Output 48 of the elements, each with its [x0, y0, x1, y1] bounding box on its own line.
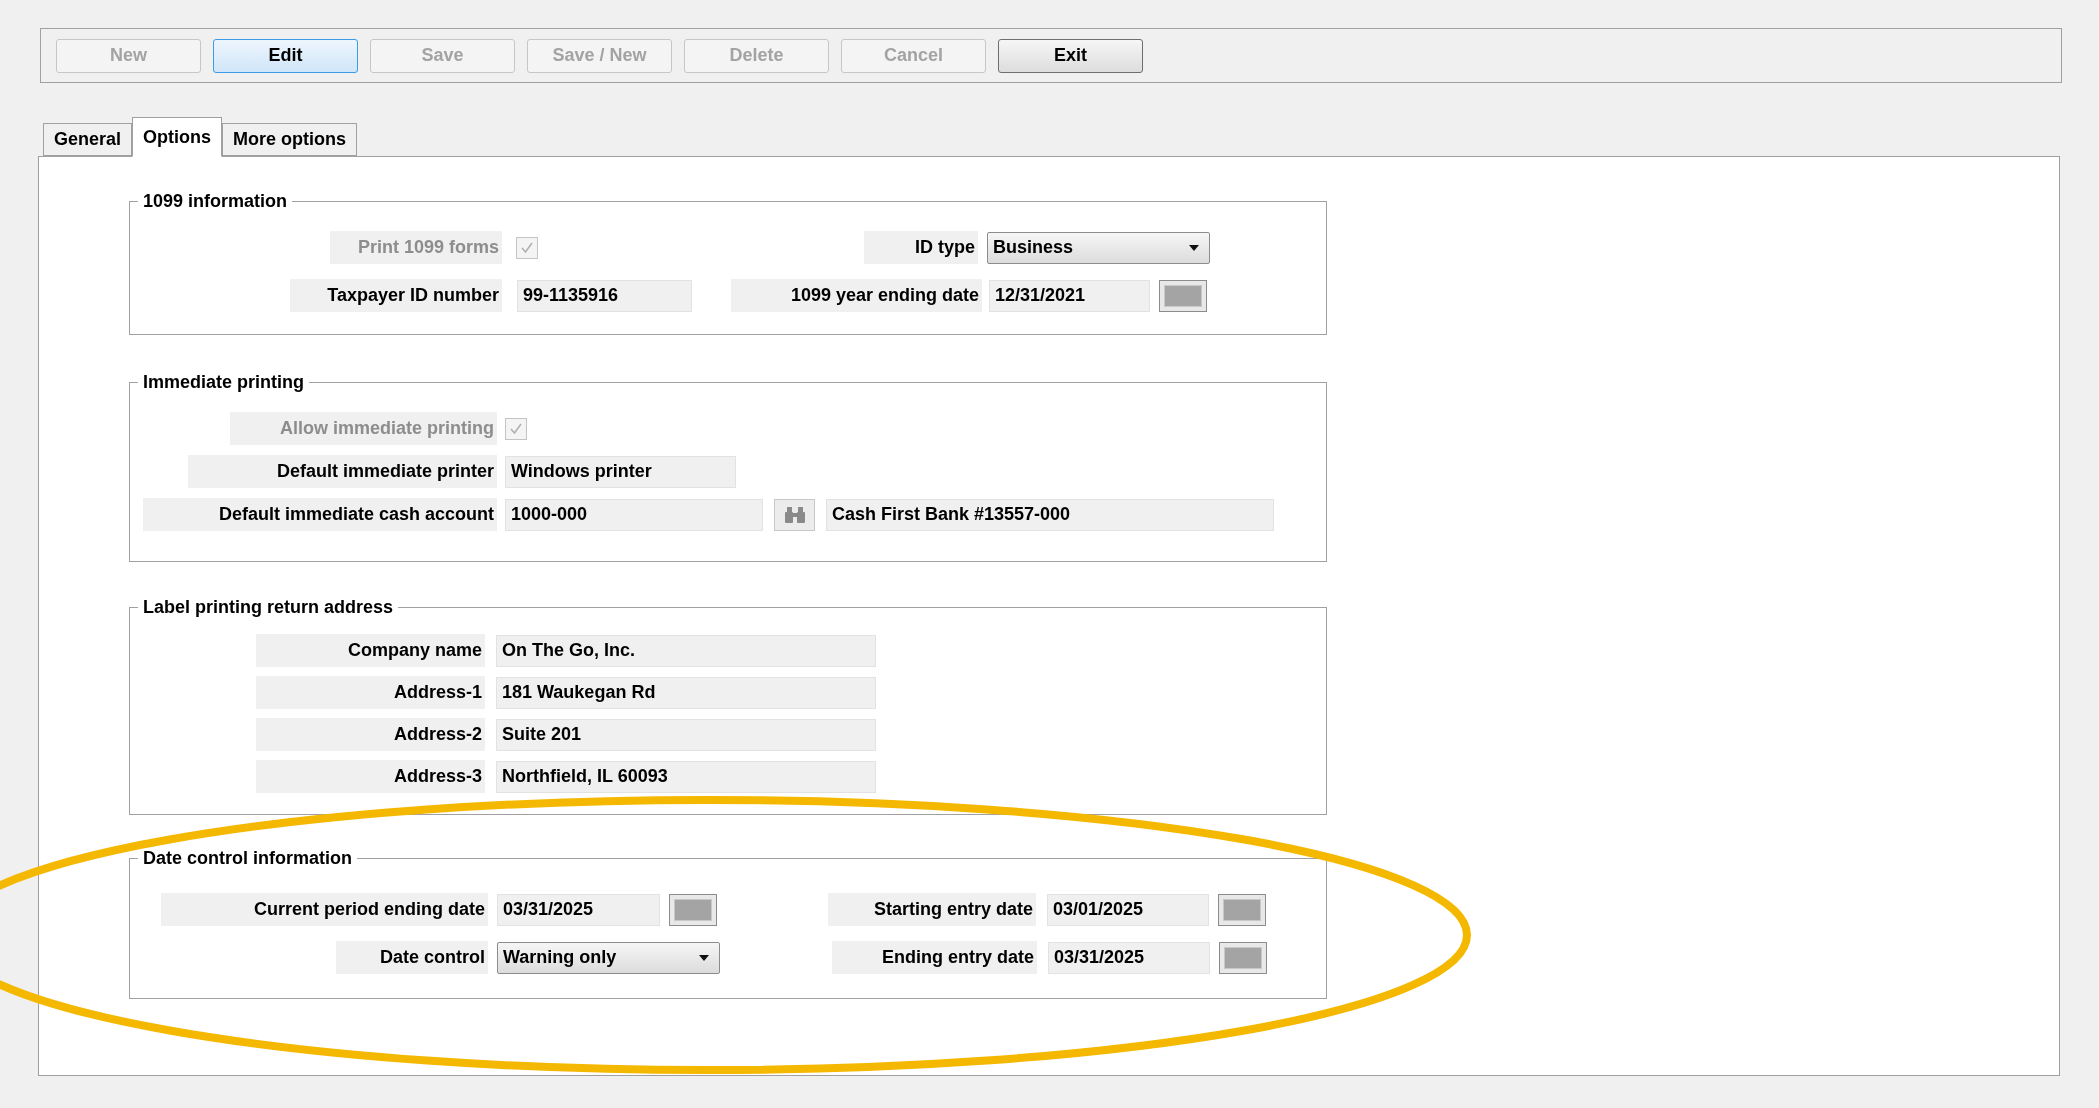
- group-title: Label printing return address: [142, 596, 395, 619]
- field-label: Company name: [256, 634, 485, 667]
- text-field[interactable]: On The Go, Inc.: [496, 634, 876, 667]
- lookup-button[interactable]: [774, 498, 815, 531]
- text-field[interactable]: 181 Waukegan Rd: [496, 676, 876, 709]
- date-field[interactable]: 03/31/2025: [497, 893, 660, 926]
- caret-icon: [1189, 244, 1199, 251]
- tab[interactable]: General: [43, 123, 133, 156]
- dropdown[interactable]: Warning only: [497, 941, 720, 974]
- caret-icon: [699, 954, 709, 961]
- field-label: Starting entry date: [828, 893, 1036, 926]
- field-label: 1099 year ending date: [731, 279, 982, 312]
- field-label: Ending entry date: [832, 941, 1037, 974]
- date-field[interactable]: 12/31/2021: [989, 279, 1150, 312]
- field-label: Current period ending date: [161, 893, 488, 926]
- calendar-button[interactable]: [1218, 893, 1266, 926]
- field-label: ID type: [864, 231, 978, 264]
- field-label: Address-2: [256, 718, 485, 751]
- dropdown[interactable]: Business: [987, 231, 1210, 264]
- account-field[interactable]: 1000-000: [505, 498, 763, 531]
- check-icon: [520, 240, 534, 255]
- field-label: Allow immediate printing: [230, 412, 497, 445]
- group-title: Date control information: [142, 847, 353, 870]
- field-label: Address-1: [256, 676, 485, 709]
- tab[interactable]: Options: [132, 117, 223, 157]
- check-icon: [509, 421, 523, 436]
- text-field[interactable]: Northfield, IL 60093: [496, 760, 876, 793]
- text-field[interactable]: Windows printer: [505, 455, 736, 488]
- field-label: Date control: [336, 941, 488, 974]
- toolbar-button[interactable]: Exit: [998, 38, 1143, 73]
- binoculars-icon: [783, 506, 806, 523]
- field-label: Address-3: [256, 760, 485, 793]
- toolbar-button[interactable]: Edit: [213, 38, 358, 73]
- field-label: Default immediate cash account: [143, 498, 497, 531]
- group-title: 1099 information: [142, 190, 289, 213]
- calendar-button[interactable]: [1219, 941, 1267, 974]
- date-field[interactable]: 03/31/2025: [1048, 941, 1210, 974]
- tab[interactable]: More options: [222, 123, 358, 156]
- group-title: Immediate printing: [142, 371, 305, 394]
- field-label: Print 1099 forms: [330, 231, 502, 264]
- date-field[interactable]: 03/01/2025: [1047, 893, 1209, 926]
- text-field[interactable]: Suite 201: [496, 718, 876, 751]
- field-label: Taxpayer ID number: [290, 279, 502, 312]
- calendar-button[interactable]: [669, 893, 717, 926]
- calendar-button[interactable]: [1159, 279, 1207, 312]
- field-label: Default immediate printer: [188, 455, 497, 488]
- text-field[interactable]: 99-1135916: [517, 279, 692, 312]
- account-description-field: Cash First Bank #13557-000: [826, 498, 1274, 531]
